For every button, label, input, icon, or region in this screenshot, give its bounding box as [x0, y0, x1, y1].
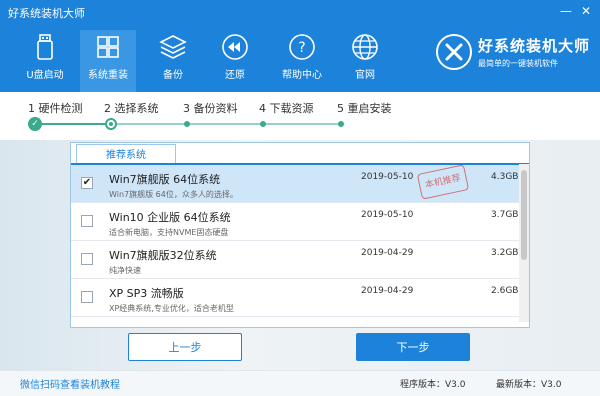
- check-icon: ✓: [28, 117, 42, 131]
- system-date: 2019-04-29: [361, 248, 414, 258]
- nav-item-official-site[interactable]: 官网: [340, 32, 390, 92]
- system-size: 3.2GB: [491, 248, 519, 258]
- nav-label: 系统重装: [88, 70, 128, 81]
- system-row[interactable]: Win7旗舰版32位系统 纯净快速 2019-04-29 3.2GB: [71, 241, 519, 279]
- step-label-2: 2 选择系统: [104, 102, 159, 115]
- step-label-5: 5 重启安装: [337, 102, 392, 115]
- system-row[interactable]: XP SP3 流畅版 XP经典系统,专业优化，适合老机型 2019-04-29 …: [71, 279, 519, 317]
- brand-slogan: 最简单的一键装机软件: [478, 59, 558, 68]
- nav-label: U盘启动: [26, 70, 64, 81]
- step-dot: [338, 121, 344, 127]
- system-desc: 适合新电脑，支持NVME固态硬盘: [109, 228, 229, 237]
- current-step-dot: [105, 118, 117, 130]
- system-name: Win7旗舰版32位系统: [109, 249, 217, 262]
- system-size: 3.7GB: [491, 210, 519, 220]
- step-progress: 1 硬件检测 2 选择系统 3 备份资料 4 下载资源 5 重启安装: [0, 92, 600, 140]
- system-checkbox[interactable]: [81, 291, 93, 303]
- system-checkbox[interactable]: [81, 253, 93, 265]
- system-name: XP SP3 流畅版: [109, 287, 184, 300]
- step-label-3: 3 备份资料: [183, 102, 238, 115]
- nav-item-usb-boot[interactable]: U盘启动: [20, 32, 70, 92]
- svg-text:?: ?: [298, 40, 305, 56]
- layers-icon: [159, 35, 187, 59]
- windows-grid-icon: [97, 36, 119, 58]
- system-checkbox[interactable]: ✔: [81, 177, 93, 189]
- step-line-pending: [111, 123, 341, 125]
- nav-item-backup[interactable]: 备份: [148, 32, 198, 92]
- step-line-done: [35, 123, 110, 125]
- brand: 好系统装机大师 最简单的一键装机软件: [436, 34, 590, 70]
- system-row[interactable]: Win10 企业版 64位系统 适合新电脑，支持NVME固态硬盘 2019-05…: [71, 203, 519, 241]
- system-date: 2019-05-10: [361, 172, 414, 182]
- step-label-1: 1 硬件检测: [28, 102, 83, 115]
- nav-label: 帮助中心: [282, 70, 322, 81]
- brand-name: 好系统装机大师: [478, 37, 591, 55]
- step-dot: [260, 121, 266, 127]
- rewind-icon: [222, 34, 248, 60]
- system-checkbox[interactable]: [81, 215, 93, 227]
- footer: 微信扫码查看装机教程 程序版本：V3.0 最新版本：V3.0: [0, 370, 600, 396]
- nav-label: 备份: [163, 70, 183, 81]
- tutorial-link[interactable]: 微信扫码查看装机教程: [20, 376, 120, 391]
- previous-step-button[interactable]: 上一步: [128, 333, 242, 361]
- nav-item-system-reinstall[interactable]: 系统重装: [80, 30, 136, 92]
- usb-drive-icon: [37, 34, 53, 60]
- minimize-button[interactable]: —: [558, 4, 574, 18]
- system-desc: 纯净快速: [109, 266, 141, 275]
- system-name: Win7旗舰版 64位系统: [109, 173, 221, 186]
- system-size: 2.6GB: [491, 286, 519, 296]
- system-date: 2019-04-29: [361, 286, 414, 296]
- window-title: 好系统装机大师: [8, 7, 85, 20]
- nav-label: 官网: [355, 70, 375, 81]
- recommended-stamp: 本机推荐: [416, 164, 470, 200]
- program-version: 程序版本：V3.0: [400, 380, 466, 390]
- nav-item-help-center[interactable]: ? 帮助中心: [274, 32, 330, 92]
- system-size: 4.3GB: [491, 172, 519, 182]
- nav-item-restore[interactable]: 还原: [210, 32, 260, 92]
- next-step-button[interactable]: 下一步: [356, 333, 470, 361]
- system-desc: Win7旗舰版 64位，众多人的选择。: [109, 190, 238, 199]
- system-desc: XP经典系统,专业优化，适合老机型: [109, 304, 234, 313]
- system-date: 2019-05-10: [361, 210, 414, 220]
- system-name: Win10 企业版 64位系统: [109, 211, 231, 224]
- globe-icon: [352, 34, 378, 60]
- close-button[interactable]: ✕: [578, 4, 594, 18]
- nav-label: 还原: [225, 70, 245, 81]
- system-row[interactable]: ✔ Win7旗舰版 64位系统 Win7旗舰版 64位，众多人的选择。 2019…: [71, 164, 519, 203]
- question-icon: ?: [289, 34, 315, 60]
- app-header: 好系统装机大师 — ✕ U盘启动 系统重装 备份 还原 ? 帮助中心 官网 好系…: [0, 0, 600, 92]
- scrollbar-thumb[interactable]: [521, 170, 527, 260]
- step-dot: [184, 121, 190, 127]
- brand-logo-icon: [436, 34, 472, 70]
- latest-version: 最新版本：V3.0: [496, 380, 562, 390]
- step-label-4: 4 下载资源: [259, 102, 314, 115]
